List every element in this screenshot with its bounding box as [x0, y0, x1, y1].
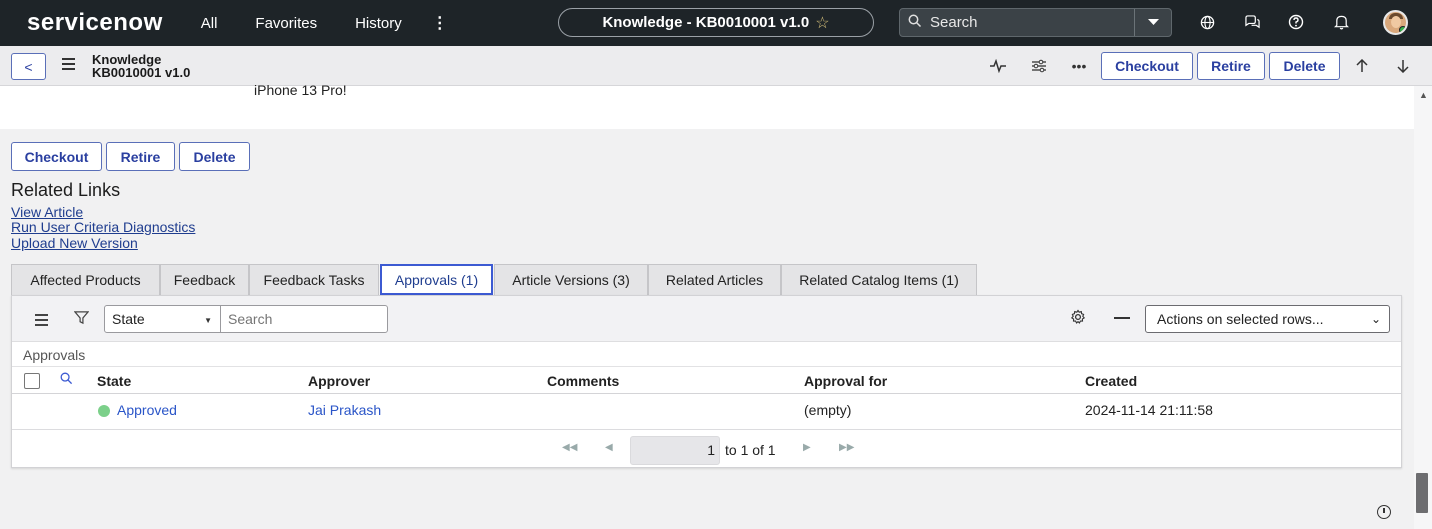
page-scrollbar[interactable]	[1414, 86, 1432, 529]
view-article-link[interactable]: View Article	[11, 204, 83, 220]
next-page-icon[interactable]: ▶	[803, 442, 811, 453]
activity-icon[interactable]	[988, 56, 1008, 76]
column-header-approval-for[interactable]: Approval for	[804, 373, 887, 389]
servicenow-logo[interactable]: servicenow	[27, 9, 163, 37]
delete-button[interactable]: Delete	[179, 142, 250, 171]
column-header-approver[interactable]: Approver	[308, 373, 370, 389]
header-delete-button[interactable]: Delete	[1269, 52, 1340, 80]
approvals-related-list: State ▼ Actions on selected rows... ⌄ Ap…	[11, 295, 1402, 468]
column-header-created[interactable]: Created	[1085, 373, 1137, 389]
first-page-icon[interactable]: ◀◀	[562, 442, 577, 453]
nav-history[interactable]: History	[355, 15, 402, 32]
nav-favorites[interactable]: Favorites	[255, 15, 317, 32]
page-summary: to 1 of 1	[725, 442, 776, 458]
page-number-input[interactable]: 1	[630, 436, 720, 465]
select-all-checkbox[interactable]	[24, 373, 40, 389]
tab-affected-products[interactable]: Affected Products	[11, 264, 160, 295]
tab-feedback[interactable]: Feedback	[160, 264, 249, 295]
globe-icon[interactable]	[1198, 13, 1216, 31]
form-menu-icon[interactable]	[62, 58, 75, 73]
created-cell: 2024-11-14 21:11:58	[1085, 402, 1213, 418]
arrow-up-icon[interactable]	[1352, 56, 1372, 76]
run-user-criteria-diagnostics-link[interactable]: Run User Criteria Diagnostics	[11, 219, 195, 235]
filter-icon[interactable]	[73, 310, 90, 329]
state-cell-link[interactable]: Approved	[117, 402, 177, 418]
retire-button[interactable]: Retire	[106, 142, 175, 171]
related-links-heading: Related Links	[11, 180, 121, 200]
more-horizontal-icon[interactable]: •••	[1069, 56, 1089, 76]
upload-new-version-link[interactable]: Upload New Version	[11, 235, 138, 251]
checkout-button[interactable]: Checkout	[11, 142, 102, 171]
list-search-input[interactable]	[220, 305, 388, 333]
record-number: KB0010001 v1.0	[92, 65, 191, 80]
tab-approvals[interactable]: Approvals (1)	[380, 264, 493, 295]
global-search-input[interactable]: Search	[930, 14, 1134, 31]
record-title: Knowledge - KB0010001 v1.0	[602, 14, 810, 31]
search-field-value: State	[112, 311, 145, 327]
tab-feedback-tasks[interactable]: Feedback Tasks	[249, 264, 379, 295]
record-title-pill[interactable]: Knowledge - KB0010001 v1.0 ☆	[558, 8, 874, 37]
tab-article-versions[interactable]: Article Versions (3)	[494, 264, 648, 295]
header-retire-button[interactable]: Retire	[1197, 52, 1265, 80]
approved-status-dot	[98, 405, 110, 417]
bell-icon[interactable]	[1332, 13, 1350, 31]
chevron-down-icon: ⌄	[1370, 312, 1381, 326]
article-text-fragment: iPhone 13 Pro!	[254, 82, 347, 98]
table-header: State Approver Comments Approval for Cre…	[12, 366, 1401, 394]
clock-icon[interactable]	[1377, 505, 1391, 519]
column-header-state[interactable]: State	[97, 373, 131, 389]
last-page-icon[interactable]: ▶▶	[839, 442, 854, 453]
arrow-down-icon[interactable]	[1393, 56, 1413, 76]
actions-select-value: Actions on selected rows...	[1157, 311, 1324, 327]
favorite-star-icon[interactable]: ☆	[815, 13, 829, 33]
user-avatar[interactable]	[1383, 10, 1408, 35]
search-field-select[interactable]: State ▼	[104, 305, 221, 333]
back-button[interactable]: <	[11, 53, 46, 80]
settings-sliders-icon[interactable]	[1029, 56, 1049, 76]
chevron-left-icon: <	[24, 58, 33, 75]
global-search[interactable]: Search	[899, 8, 1172, 37]
column-search-icon[interactable]	[60, 372, 73, 388]
online-status-dot	[1399, 26, 1406, 33]
scrollbar-thumb[interactable]	[1416, 473, 1428, 513]
search-icon	[900, 14, 930, 31]
header-checkout-button[interactable]: Checkout	[1101, 52, 1193, 80]
chat-icon[interactable]	[1243, 13, 1261, 31]
more-vertical-icon[interactable]: ⋮	[432, 13, 448, 33]
search-scope-dropdown[interactable]	[1134, 9, 1171, 36]
table-row: Approved Jai Prakash (empty) 2024-11-14 …	[12, 394, 1401, 430]
column-header-comments[interactable]: Comments	[547, 373, 619, 389]
article-body-area	[0, 86, 1414, 129]
list-pagination: ◀◀ ◀ 1 to 1 of 1 ▶ ▶▶	[12, 431, 1401, 468]
list-title: Approvals	[23, 347, 86, 363]
collapse-list-icon[interactable]	[1114, 317, 1130, 319]
actions-on-selected-rows-select[interactable]: Actions on selected rows... ⌄	[1145, 305, 1390, 333]
nav-all[interactable]: All	[201, 15, 218, 32]
approval-for-cell: (empty)	[804, 402, 852, 418]
tab-related-articles[interactable]: Related Articles	[648, 264, 781, 295]
tab-related-catalog-items[interactable]: Related Catalog Items (1)	[781, 264, 977, 295]
previous-page-icon[interactable]: ◀	[605, 442, 613, 453]
chevron-down-icon: ▼	[204, 316, 212, 325]
scroll-up-arrow-icon[interactable]: ▲	[1419, 90, 1428, 100]
list-menu-icon[interactable]	[35, 314, 48, 329]
gear-icon[interactable]	[1070, 309, 1086, 330]
help-icon[interactable]	[1287, 13, 1305, 31]
approver-cell-link[interactable]: Jai Prakash	[308, 402, 381, 418]
list-toolbar: State ▼ Actions on selected rows... ⌄	[12, 296, 1401, 342]
record-header-title: Knowledge KB0010001 v1.0	[92, 53, 190, 79]
